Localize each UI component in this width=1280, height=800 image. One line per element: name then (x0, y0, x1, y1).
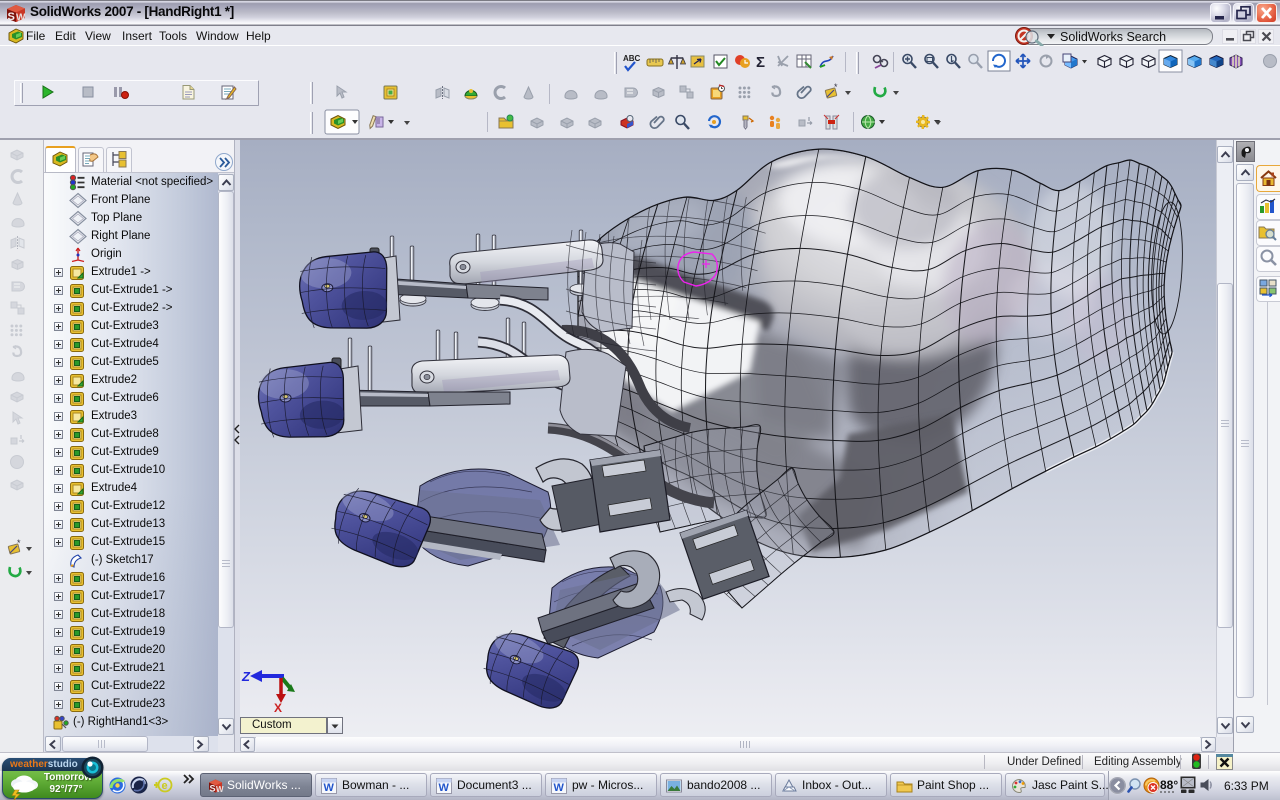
svg-text:*: * (834, 82, 838, 92)
svg-text:W: W (324, 782, 335, 794)
svg-text:Z: Z (241, 669, 251, 684)
svg-text:W: W (216, 785, 224, 794)
svg-text:ABC: ABC (623, 54, 641, 63)
svg-text:S: S (210, 784, 216, 794)
svg-text:X: X (274, 701, 282, 715)
svg-text:W: W (16, 13, 26, 24)
svg-text:e: e (162, 780, 168, 792)
svg-text:W: W (554, 782, 565, 794)
svg-text:Σ: Σ (756, 54, 765, 71)
svg-text:*: * (17, 538, 21, 548)
svg-text:W: W (439, 782, 450, 794)
svg-text:S: S (8, 11, 15, 23)
